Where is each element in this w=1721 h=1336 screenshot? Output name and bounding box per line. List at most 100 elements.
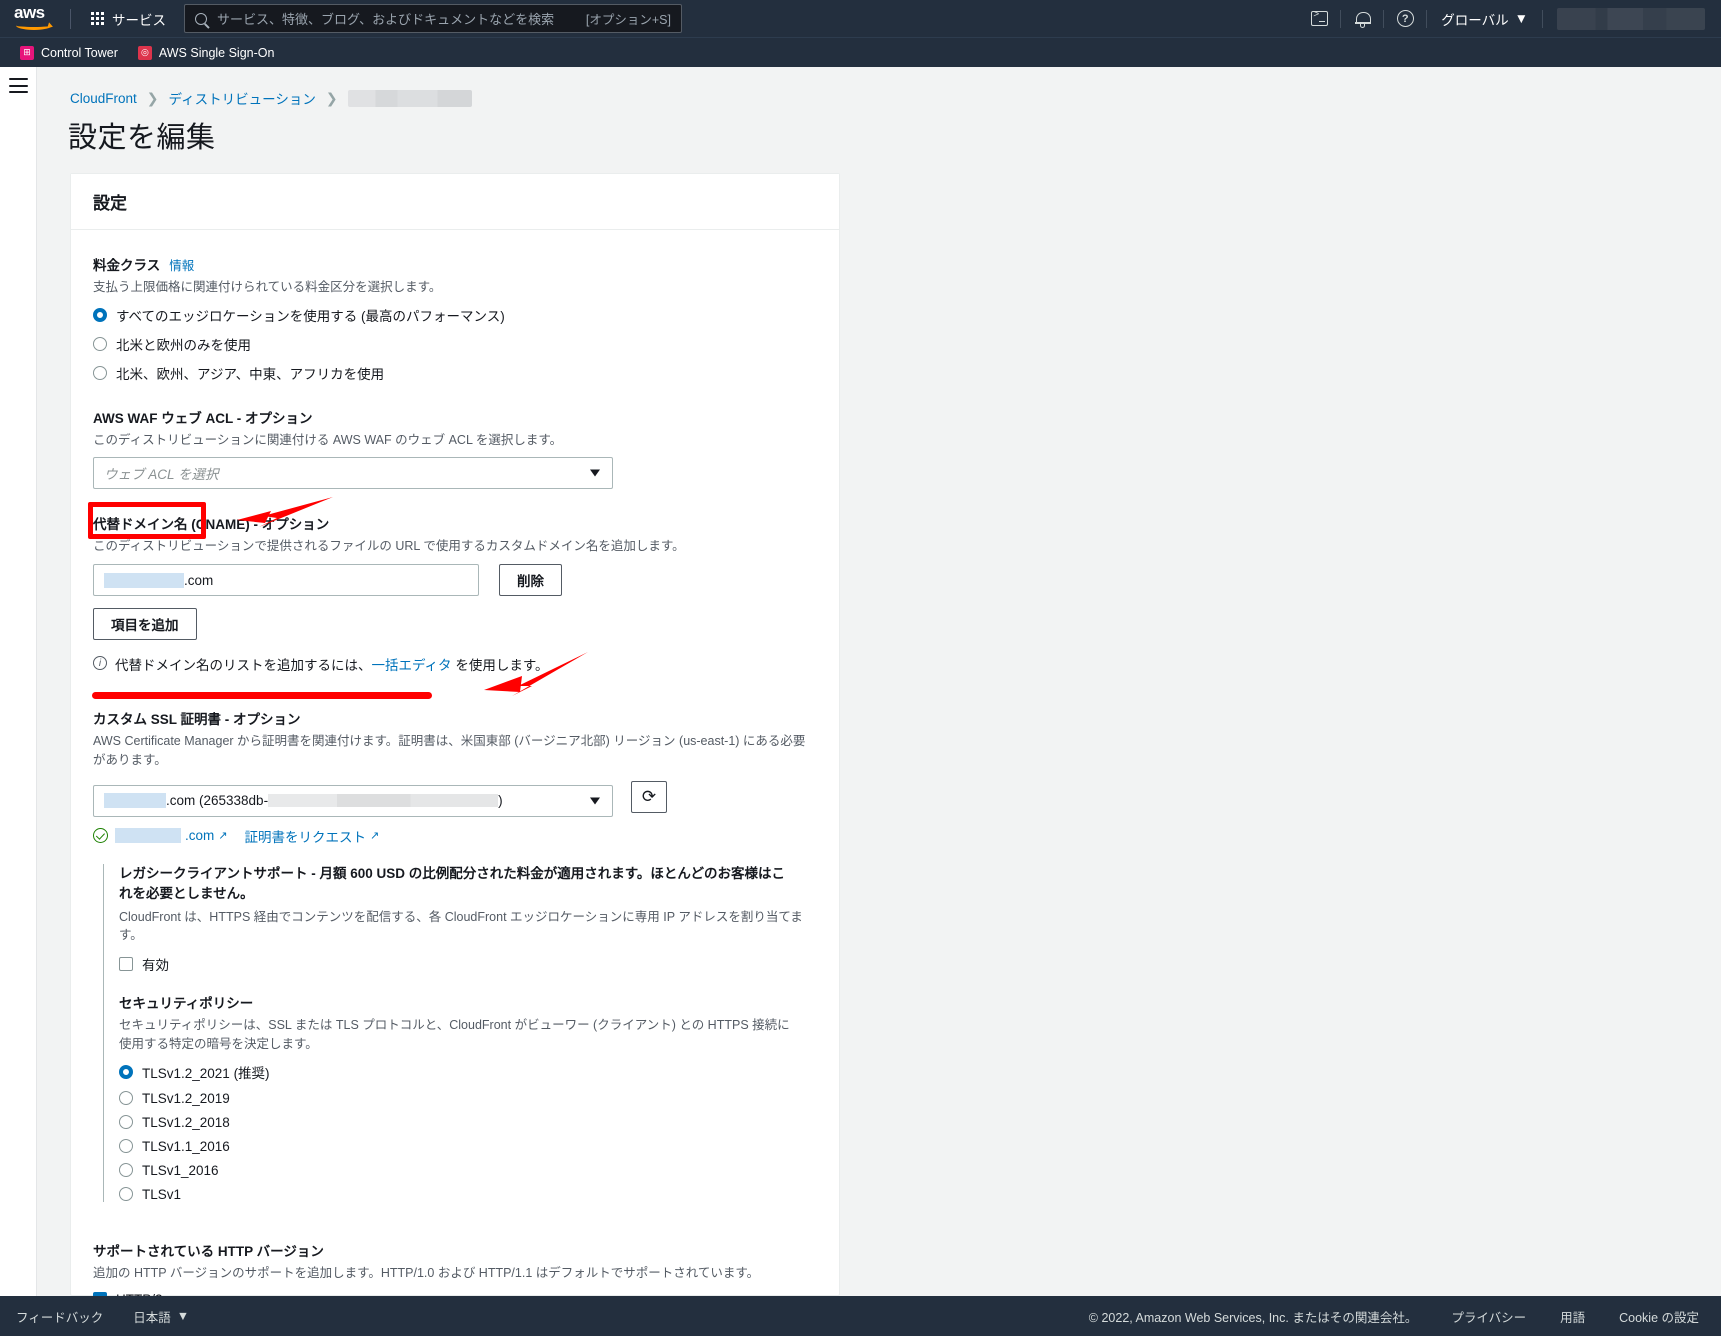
- alternate-domain-name-input[interactable]: .com: [93, 564, 479, 597]
- ssl-subsettings-group: レガシークライアントサポート - 月額 600 USD の比例配分された料金が適…: [103, 863, 817, 1202]
- chevron-down-icon: [590, 469, 600, 477]
- feedback-link[interactable]: フィードバック: [16, 1307, 103, 1326]
- radio-icon[interactable]: [119, 1139, 133, 1154]
- security-policy-option-tlsv12-2019[interactable]: TLSv1.2_2019: [119, 1091, 817, 1106]
- bulk-editor-link[interactable]: 一括エディタ: [372, 658, 452, 673]
- legacy-client-support-label: レガシークライアントサポート - 月額 600 USD の比例配分された料金が適…: [119, 865, 785, 901]
- custom-ssl-certificate-value: .com (265338db-: [166, 793, 269, 809]
- security-policy-option-tlsv12-2018[interactable]: TLSv1.2_2018: [119, 1115, 817, 1130]
- checkbox-icon[interactable]: [119, 957, 133, 972]
- settings-card: 設定 料金クラス 情報 支払う上限価格に関連付けられている料金区分を選択します。…: [70, 173, 840, 1296]
- domain-redacted: [104, 572, 184, 588]
- breadcrumb-separator-icon: ❯: [146, 89, 159, 106]
- waf-web-acl-select[interactable]: ウェブ ACL を選択: [93, 457, 613, 490]
- waf-web-acl-label: AWS WAF ウェブ ACL - オプション: [93, 411, 313, 427]
- security-policy-option-label: TLSv1.2_2018: [142, 1114, 230, 1130]
- breadcrumb-item-cloudfront[interactable]: CloudFront: [70, 91, 137, 106]
- remove-domain-button[interactable]: 削除: [499, 564, 562, 597]
- favorite-control-tower[interactable]: ⊞ Control Tower: [20, 45, 118, 60]
- price-class-option-na-eu-asia-me-africa[interactable]: 北米、欧州、アジア、中東、アフリカを使用: [93, 363, 817, 383]
- alternate-domain-name-value: .com: [184, 572, 214, 588]
- alternate-domain-names-field: 代替ドメイン名 (CNAME) - オプション このディストリビューションで提供…: [93, 513, 817, 674]
- request-certificate-label: 証明書をリクエスト: [244, 829, 366, 845]
- aws-logo[interactable]: aws: [14, 4, 58, 33]
- radio-icon[interactable]: [119, 1115, 133, 1130]
- radio-icon[interactable]: [119, 1091, 133, 1106]
- favorites-bar: ⊞ Control Tower ◎ AWS Single Sign-On: [0, 37, 1721, 67]
- notifications-button[interactable]: [1341, 0, 1383, 37]
- add-item-button[interactable]: 項目を追加: [93, 608, 197, 641]
- waf-web-acl-description: このディストリビューションに関連付ける AWS WAF のウェブ ACL を選択…: [93, 433, 563, 448]
- alternate-domain-names-description: このディストリビューションで提供されるファイルの URL で使用するカスタムドメ…: [93, 539, 685, 554]
- certificate-status-row: .com ↗ 証明書をリクエスト ↗: [93, 826, 817, 846]
- external-link-icon: ↗: [218, 830, 228, 843]
- global-search-input[interactable]: サービス、特徴、ブログ、およびドキュメントなどを検索 [オプション+S]: [184, 4, 682, 33]
- external-link-icon: ↗: [369, 830, 380, 843]
- radio-icon[interactable]: [119, 1064, 133, 1079]
- refresh-certificates-button[interactable]: ⟳: [631, 780, 667, 813]
- account-menu-redacted[interactable]: [1557, 7, 1705, 30]
- radio-icon[interactable]: [93, 337, 107, 352]
- custom-ssl-certificate-select[interactable]: .com (265338db-): [93, 784, 613, 817]
- region-selector[interactable]: グローバル ▼: [1427, 0, 1542, 37]
- grid-icon: [91, 12, 104, 25]
- privacy-link[interactable]: プライバシー: [1451, 1307, 1526, 1326]
- breadcrumb-item-distribution-id-redacted[interactable]: [347, 89, 472, 107]
- nav-divider: [1542, 9, 1543, 28]
- legacy-client-support-checkbox-label: 有効: [142, 958, 169, 974]
- chevron-down-icon: ▼: [1514, 11, 1528, 26]
- language-selector[interactable]: 日本語 ▼: [133, 1307, 189, 1326]
- copyright-text: © 2022, Amazon Web Services, Inc. またはその関…: [1088, 1310, 1418, 1325]
- footer-left: フィードバック 日本語 ▼: [16, 1307, 189, 1326]
- price-class-option-all-edge[interactable]: すべてのエッジロケーションを使用する (最高のパフォーマンス): [93, 305, 817, 325]
- certificate-id-redacted: [268, 794, 499, 808]
- custom-ssl-certificate-description: AWS Certificate Manager から証明書を関連付けます。証明書…: [93, 734, 806, 767]
- breadcrumb-item-distributions[interactable]: ディストリビューション: [169, 88, 316, 108]
- info-circle-icon: i: [93, 656, 107, 671]
- radio-icon[interactable]: [119, 1187, 133, 1202]
- help-icon: ?: [1396, 10, 1414, 27]
- custom-ssl-certificate-value-tail: ): [498, 793, 503, 809]
- page-title: 設定を編集: [68, 122, 216, 154]
- price-class-option-na-eu[interactable]: 北米と欧州のみを使用: [93, 334, 817, 354]
- hint-suffix: を使用します。: [455, 658, 549, 674]
- custom-ssl-certificate-label: カスタム SSL 証明書 - オプション: [93, 712, 301, 728]
- http-version-description: 追加の HTTP バージョンのサポートを追加します。HTTP/1.0 および H…: [93, 1265, 760, 1280]
- security-policy-option-tlsv1[interactable]: TLSv1: [119, 1187, 817, 1202]
- security-policy-label: セキュリティポリシー: [119, 996, 254, 1012]
- security-policy-option-label: TLSv1.2_2019: [142, 1090, 230, 1106]
- left-rail: [0, 67, 37, 1296]
- http-version-label: サポートされている HTTP バージョン: [93, 1243, 324, 1259]
- certificate-domain-redacted: [115, 828, 181, 844]
- services-menu-button[interactable]: サービス: [83, 5, 174, 33]
- cloudshell-button[interactable]: [1298, 0, 1340, 37]
- price-class-info-link[interactable]: 情報: [169, 255, 194, 274]
- terms-link[interactable]: 用語: [1560, 1307, 1585, 1326]
- language-label: 日本語: [133, 1310, 171, 1325]
- request-certificate-link[interactable]: 証明書をリクエスト ↗: [244, 826, 379, 846]
- region-label: グローバル: [1441, 12, 1509, 28]
- settings-card-body: 料金クラス 情報 支払う上限価格に関連付けられている料金区分を選択します。 すべ…: [71, 230, 839, 1296]
- aws-logo-smile: [16, 21, 52, 30]
- radio-icon[interactable]: [93, 366, 107, 381]
- security-policy-option-tlsv11-2016[interactable]: TLSv1.1_2016: [119, 1139, 817, 1154]
- settings-card-header: 設定: [71, 174, 839, 230]
- security-policy-option-tlsv1-2016[interactable]: TLSv1_2016: [119, 1163, 817, 1178]
- alternate-domain-name-row: .com 削除: [93, 564, 817, 597]
- favorite-single-sign-on[interactable]: ◎ AWS Single Sign-On: [137, 45, 274, 60]
- search-icon: [195, 12, 207, 25]
- control-tower-icon: ⊞: [20, 45, 34, 60]
- radio-icon[interactable]: [119, 1163, 133, 1178]
- security-policy-option-tlsv12-2021[interactable]: TLSv1.2_2021 (推奨): [119, 1062, 817, 1082]
- check-circle-icon: [93, 828, 108, 844]
- legacy-client-support-checkbox-row[interactable]: 有効: [119, 954, 817, 974]
- certificate-domain-link[interactable]: .com ↗: [115, 828, 228, 844]
- radio-icon[interactable]: [93, 308, 107, 323]
- bulk-editor-hint-text: 代替ドメイン名のリストを追加するには、一括エディタ を使用します。: [115, 654, 548, 674]
- legacy-client-support-description: CloudFront は、HTTPS 経由でコンテンツを配信する、各 Cloud…: [119, 910, 803, 943]
- settings-card-title: 設定: [93, 194, 127, 213]
- help-button[interactable]: ?: [1384, 0, 1426, 37]
- certificate-domain-text: .com: [185, 828, 215, 844]
- cookie-preferences-link[interactable]: Cookie の設定: [1619, 1307, 1699, 1326]
- hamburger-menu-icon[interactable]: [9, 78, 28, 93]
